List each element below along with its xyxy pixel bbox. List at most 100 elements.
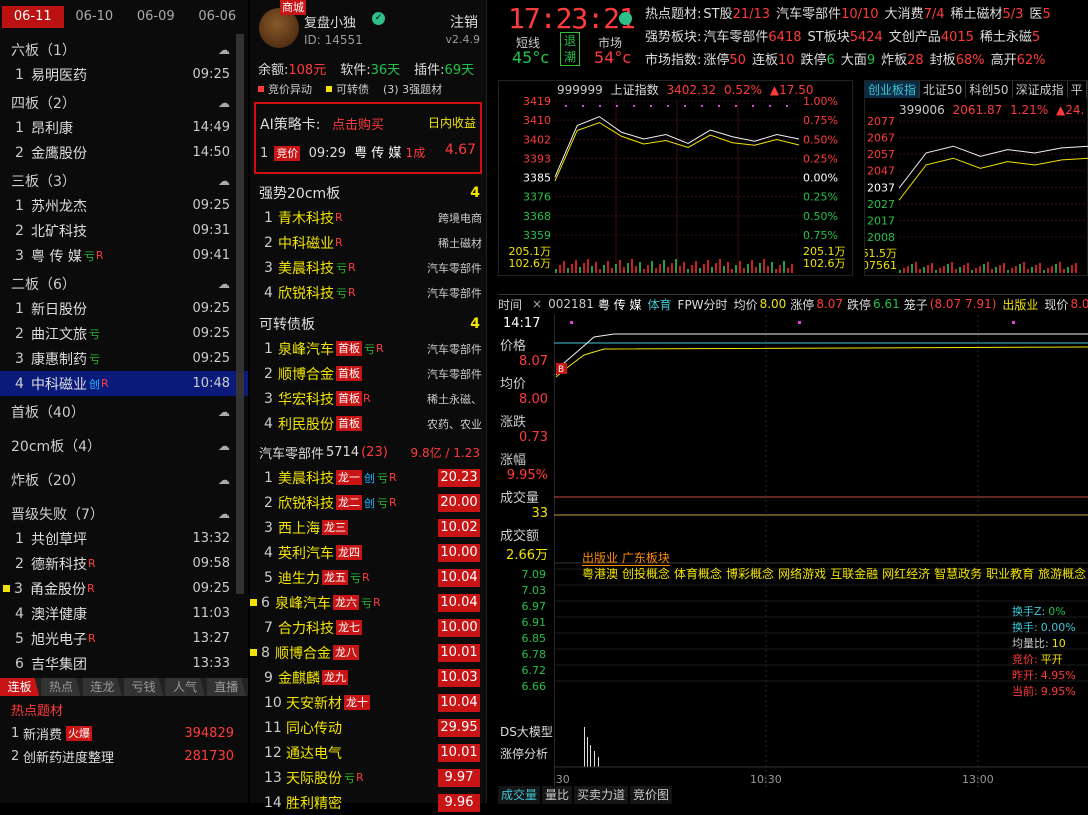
bottom-tab-1[interactable]: 热点 (41, 678, 81, 696)
bottom-tab-5[interactable]: 直播 (206, 678, 246, 696)
cy-chart-panel[interactable]: 创业板指 北证50 科创50 深证成指平 399006 2061.87 1.21% ▲… (864, 80, 1088, 276)
group-header[interactable]: 二板（6） ☁ (0, 272, 248, 296)
item-name[interactable]: 文创产品 (889, 30, 941, 45)
sh-chart-panel[interactable]: 999999 上证指数 3402.32 0.52% ▲17.50 3419 1.0… (498, 80, 853, 276)
group-header[interactable]: 首板（40） ☁ (0, 400, 248, 424)
list-item[interactable]: 6 吉华集团 13:33 (0, 651, 248, 676)
table-row[interactable]: 3 西上海 龙三 10.02 (250, 515, 486, 540)
group-header[interactable]: 炸板（20） ☁ (0, 468, 248, 492)
list-item[interactable]: 2 德新科技 R 09:58 (0, 551, 248, 576)
table-row[interactable]: 3 华宏科技 首板 R 稀土永磁、 (250, 386, 486, 411)
bottom-tab-4[interactable]: 人气 (165, 678, 205, 696)
chart-tab-2[interactable]: 买卖力道 (574, 786, 629, 804)
concept-item[interactable]: 体育概念 (674, 567, 722, 581)
hot-item[interactable]: 1 新消费 火爆 394829 (0, 722, 248, 745)
cloud-icon[interactable]: ☁ (218, 96, 230, 110)
table-row[interactable]: 13 天际股份亏 R 9.97 (250, 765, 486, 790)
item-name[interactable]: ST股 (703, 7, 732, 22)
zt-label[interactable]: 涨停分析 (500, 745, 548, 762)
item-name[interactable]: 连板 (752, 53, 778, 68)
cloud-icon[interactable]: ☁ (218, 507, 230, 521)
cloud-icon[interactable]: ☁ (218, 43, 230, 57)
concept-item[interactable]: 网络游戏 (778, 567, 826, 581)
bottom-tab-2[interactable]: 连龙 (82, 678, 122, 696)
bottom-tab-3[interactable]: 亏钱 (123, 678, 164, 696)
group-header[interactable]: 晋级失败（7） ☁ (0, 502, 248, 526)
time-tab[interactable]: 时间 (498, 296, 522, 313)
day-tab-3[interactable]: 06-06 (187, 6, 249, 28)
left-scrollbar[interactable] (236, 34, 244, 594)
concept-item[interactable]: 职业教育 (986, 567, 1034, 581)
item-name[interactable]: 封板 (930, 53, 956, 68)
table-row[interactable]: 5 迪生力 龙五亏 R 10.04 (250, 565, 486, 590)
day-tab-1[interactable]: 06-10 (64, 6, 126, 28)
table-row[interactable]: 9 金麒麟 龙九 10.03 (250, 665, 486, 690)
concept-item[interactable]: 博彩概念 (726, 567, 774, 581)
item-name[interactable]: 医 (1029, 7, 1042, 22)
close-icon[interactable]: × (532, 297, 542, 311)
ai-strategy-card[interactable]: AI策略卡: 点击购买 日内收益 1 竞价 09:29 粤 传 媒 1成 4.6… (254, 102, 482, 174)
table-row[interactable]: 6 泉峰汽车 龙六亏 R 10.04 (250, 590, 486, 615)
ai-row[interactable]: 1 竞价 09:29 粤 传 媒 1成 (260, 142, 425, 161)
cloud-icon[interactable]: ☁ (218, 174, 230, 188)
ds-label[interactable]: DS大模型 (500, 723, 553, 740)
list-item[interactable]: 2 曲江文旅亏 09:25 (0, 321, 248, 346)
item-name[interactable]: 炸板 (881, 53, 907, 68)
list-item[interactable]: 2 北矿科技 09:31 (0, 218, 248, 243)
bottom-tab-0[interactable]: 连板 (0, 678, 40, 696)
index-tab-3[interactable]: 深证成指 (1013, 81, 1068, 98)
day-tab-2[interactable]: 06-09 (125, 6, 187, 28)
cloud-icon[interactable]: ☁ (218, 439, 230, 453)
list-item[interactable]: 2 金鹰股份 14:50 (0, 140, 248, 165)
list-item[interactable]: 3 甬金股份 R 09:25 (0, 576, 248, 601)
concept-item[interactable]: 旅游概念 (1038, 567, 1086, 581)
concept-item[interactable]: 智慧政务 (934, 567, 982, 581)
sector-line-text[interactable]: 出版业 广东板块 (582, 551, 670, 566)
table-row[interactable]: 4 英利汽车 龙四 10.00 (250, 540, 486, 565)
item-name[interactable]: ST板块 (808, 30, 850, 45)
item-name[interactable]: 涨停 (703, 53, 729, 68)
group-header[interactable]: 三板（3） ☁ (0, 169, 248, 193)
item-name[interactable]: 大面 (841, 53, 867, 68)
list-item[interactable]: 5 旭光电子 R 13:27 (0, 626, 248, 651)
list-item[interactable]: 3 康惠制药亏 09:25 (0, 346, 248, 371)
item-name[interactable]: 汽车零部件 (703, 30, 768, 45)
item-name[interactable]: 汽车零部件 (776, 7, 841, 22)
cloud-icon[interactable]: ☁ (218, 277, 230, 291)
concept-item[interactable]: 网红经济 (882, 567, 930, 581)
table-row[interactable]: 7 合力科技 龙七 10.00 (250, 615, 486, 640)
list-item[interactable]: 1 新日股份 09:25 (0, 296, 248, 321)
day-tab-0[interactable]: 06-11 (2, 6, 64, 28)
group-header[interactable]: 20cm板（4） ☁ (0, 434, 248, 458)
cloud-icon[interactable]: ☁ (218, 473, 230, 487)
chart-tab-3[interactable]: 竞价图 (630, 786, 673, 804)
table-row[interactable]: 11 同心传动 29.95 (250, 715, 486, 740)
table-row[interactable]: 8 顺博合金 龙八 10.01 (250, 640, 486, 665)
hot-item[interactable]: 2 创新药进度整理 281730 (0, 745, 248, 768)
group-header[interactable]: 六板（1） ☁ (0, 38, 248, 62)
concept-item[interactable]: 创投概念 (622, 567, 670, 581)
mall-badge[interactable]: 商城 (280, 0, 306, 15)
list-item[interactable]: 1 昂利康 14:49 (0, 115, 248, 140)
table-row[interactable]: 1 泉峰汽车 首板亏 R 汽车零部件 (250, 336, 486, 361)
table-row[interactable]: 2 欣锐科技 龙二创亏 R 20.00 (250, 490, 486, 515)
ai-buy-link[interactable]: 点击购买 (332, 114, 384, 133)
table-row[interactable]: 2 中科磁业 R 稀土磁材 (250, 230, 486, 255)
list-item[interactable]: 4 澳洋健康 11:03 (0, 601, 248, 626)
list-item[interactable]: 1 易明医药 09:25 (0, 62, 248, 87)
table-row[interactable]: 12 通达电气 10.01 (250, 740, 486, 765)
item-name[interactable]: 大消费 (885, 7, 924, 22)
item-name[interactable]: 高开 (991, 53, 1017, 68)
group-header[interactable]: 四板（2） ☁ (0, 91, 248, 115)
table-row[interactable]: 1 美晨科技 龙一创亏 R 20.23 (250, 465, 486, 490)
table-row[interactable]: 3 美晨科技亏 R 汽车零部件 (250, 255, 486, 280)
item-name[interactable]: 跌停 (801, 53, 827, 68)
logout-button[interactable]: 注销 (450, 12, 478, 32)
index-tab-2[interactable]: 科创50 (966, 81, 1013, 98)
list-item[interactable]: 1 共创草坪 13:32 (0, 526, 248, 551)
sports-tag[interactable]: 体育 (648, 296, 672, 313)
table-row[interactable]: 10 天安新材 龙十 10.04 (250, 690, 486, 715)
chart-tab-0[interactable]: 成交量 (498, 786, 541, 804)
table-row[interactable]: 1 青木科技 R 跨境电商 (250, 205, 486, 230)
list-item[interactable]: 4 中科磁业创 R 10:48 (0, 371, 248, 396)
